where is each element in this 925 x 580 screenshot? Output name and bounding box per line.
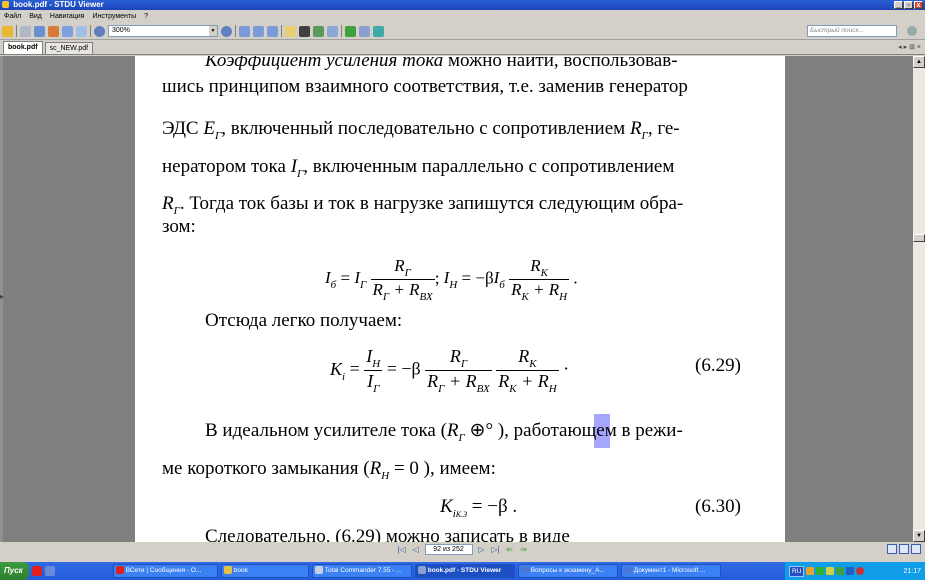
search-input[interactable]: Быстрый поиск... <box>807 25 897 37</box>
menu-navigation[interactable]: Навигация <box>50 13 85 20</box>
menu-tools[interactable]: Инструменты <box>92 13 136 20</box>
equation-number: (6.30) <box>695 496 741 517</box>
fit-page-icon[interactable] <box>239 25 250 37</box>
tray-icon[interactable] <box>806 567 815 575</box>
separator <box>281 25 282 37</box>
text-line: Коэффициент усиления тока можно найти, в… <box>205 56 678 71</box>
minimize-button[interactable]: _ <box>894 1 903 9</box>
settings-icon[interactable] <box>373 25 384 37</box>
pdf-page: Коэффициент усиления тока можно найти, в… <box>135 56 785 542</box>
title-bar: book.pdf - STDU Viewer _ ▫ x <box>0 0 925 10</box>
search-icon[interactable] <box>907 26 917 36</box>
back-icon[interactable] <box>345 25 356 37</box>
hand-tool-icon[interactable] <box>285 25 296 37</box>
text-select-icon[interactable] <box>299 25 310 37</box>
chevron-down-icon: ▼ <box>209 26 217 36</box>
zoom-out-icon[interactable] <box>94 25 105 37</box>
task-total-commander[interactable]: Total Commander 7.55 - ... <box>311 564 412 578</box>
text-line: Отсюда легко получаем: <box>205 310 403 331</box>
tray-icon[interactable] <box>846 567 855 575</box>
zoom-select[interactable]: 300% ▼ <box>108 25 218 37</box>
quicklaunch-icon[interactable] <box>44 566 55 576</box>
page-navigation-bar: |◁ ◁ 92 из 252 ▷ ▷| ⇐ ⇒ <box>0 542 925 557</box>
equation-6-29: Ki = IН IГ = −β RГ RГ + RВХ RК RК + RН · <box>330 346 570 395</box>
tray-icon[interactable] <box>826 567 835 575</box>
equation-currents: Iб = IГ RГ RГ + RВХ; IН = −βIб RК RК + RН … <box>325 256 578 303</box>
equation-6-30: KiК.З = −β . <box>440 496 518 520</box>
tab-book[interactable]: book.pdf <box>3 41 43 54</box>
text-line: RГ. Тогда ток базы и ток в нагрузке запи… <box>162 193 684 217</box>
maximize-button[interactable]: ▫ <box>904 1 913 9</box>
tab-sc-new[interactable]: sc_NEW.pdf <box>44 42 94 54</box>
text-line: нератором тока IГ, включенным параллельн… <box>162 156 675 180</box>
prev-page-icon[interactable]: ◁ <box>411 545 421 555</box>
language-indicator[interactable]: RU <box>789 565 805 577</box>
close-button[interactable]: x <box>914 1 923 9</box>
print-icon[interactable] <box>20 25 31 37</box>
export-icon[interactable] <box>48 25 59 37</box>
task-book-folder[interactable]: book <box>220 564 309 578</box>
page-number-input[interactable]: 92 из 252 <box>424 544 473 555</box>
separator <box>90 25 91 37</box>
separator <box>16 25 17 37</box>
toolbar: 300% ▼ Быстрый поиск... <box>0 23 925 40</box>
save-icon[interactable] <box>34 25 45 37</box>
open-folder-icon[interactable] <box>2 25 13 37</box>
history-forward-icon[interactable]: ⇒ <box>519 545 529 555</box>
task-voprosy[interactable]: Вопросы к экзамену_А... <box>517 564 618 578</box>
bookmark-icon[interactable] <box>327 25 338 37</box>
window-title: book.pdf - STDU Viewer <box>13 0 104 9</box>
view-mode-buttons <box>887 544 921 554</box>
document-viewport[interactable]: Коэффициент усиления тока можно найти, в… <box>0 56 913 542</box>
next-page-icon[interactable]: ▷ <box>477 545 487 555</box>
scroll-thumb[interactable] <box>913 234 925 242</box>
continuous-view-icon[interactable] <box>899 544 909 554</box>
separator <box>235 25 236 37</box>
tray-icon[interactable] <box>816 567 825 575</box>
zoom-in-icon[interactable] <box>221 25 232 37</box>
facing-view-icon[interactable] <box>911 544 921 554</box>
task-vseti[interactable]: ВСети | Сообщения - О... <box>112 564 218 578</box>
history-back-icon[interactable]: ⇐ <box>505 545 515 555</box>
properties-icon[interactable] <box>76 25 87 37</box>
tray-icon[interactable] <box>856 567 865 575</box>
separator <box>341 25 342 37</box>
menu-file[interactable]: Файл <box>4 13 21 20</box>
task-stdu-viewer[interactable]: book.pdf - STDU Viewer <box>414 564 515 578</box>
scroll-up-icon[interactable]: ▲ <box>913 56 925 68</box>
clock: 21:17 <box>903 567 921 575</box>
fit-width-icon[interactable] <box>253 25 264 37</box>
copy-icon[interactable] <box>62 25 73 37</box>
start-button[interactable]: Пуск <box>0 562 29 580</box>
menu-help[interactable]: ? <box>144 13 148 20</box>
opera-icon[interactable] <box>31 566 42 576</box>
text-line: ме короткого замыкания (RН = 0 ), имеем: <box>162 458 496 482</box>
last-page-icon[interactable]: ▷| <box>491 545 501 555</box>
single-page-view-icon[interactable] <box>887 544 897 554</box>
text-line: ЭДС EГ, включенный последовательно с соп… <box>162 118 680 142</box>
text-line: Следовательно, (6.29) можно записать в в… <box>205 526 570 542</box>
tab-nav-arrows-icon[interactable]: ◂ ▸ ⊞ × <box>898 43 921 51</box>
fit-height-icon[interactable] <box>267 25 278 37</box>
equation-number: (6.29) <box>695 355 741 376</box>
page-marker-icon: ▸ <box>0 292 5 301</box>
snapshot-icon[interactable] <box>313 25 324 37</box>
menu-view[interactable]: Вид <box>29 13 42 20</box>
first-page-icon[interactable]: |◁ <box>397 545 407 555</box>
task-word-document[interactable]: Документ1 - Microsoft ... <box>620 564 721 578</box>
zoom-value: 300% <box>112 27 130 34</box>
menu-bar: Файл Вид Навигация Инструменты ? <box>0 11 925 22</box>
window-controls: _ ▫ x <box>894 1 923 9</box>
tray-icon[interactable] <box>836 567 845 575</box>
text-line: зом: <box>162 216 196 237</box>
system-tray: RU 21:17 <box>785 562 925 580</box>
text-line: В идеальном усилителе тока (RГ ⊕° ), раб… <box>205 420 683 444</box>
app-icon <box>2 1 9 9</box>
document-tabs: book.pdf sc_NEW.pdf ◂ ▸ ⊞ × <box>0 41 925 55</box>
rotate-icon[interactable] <box>359 25 370 37</box>
vertical-scrollbar[interactable]: ▲ ▼ <box>913 56 925 542</box>
taskbar: Пуск ВСети | Сообщения - О... book Total… <box>0 562 925 580</box>
text-line: шись принципом взаимного соответствия, т… <box>162 76 688 97</box>
scroll-down-icon[interactable]: ▼ <box>913 530 925 542</box>
